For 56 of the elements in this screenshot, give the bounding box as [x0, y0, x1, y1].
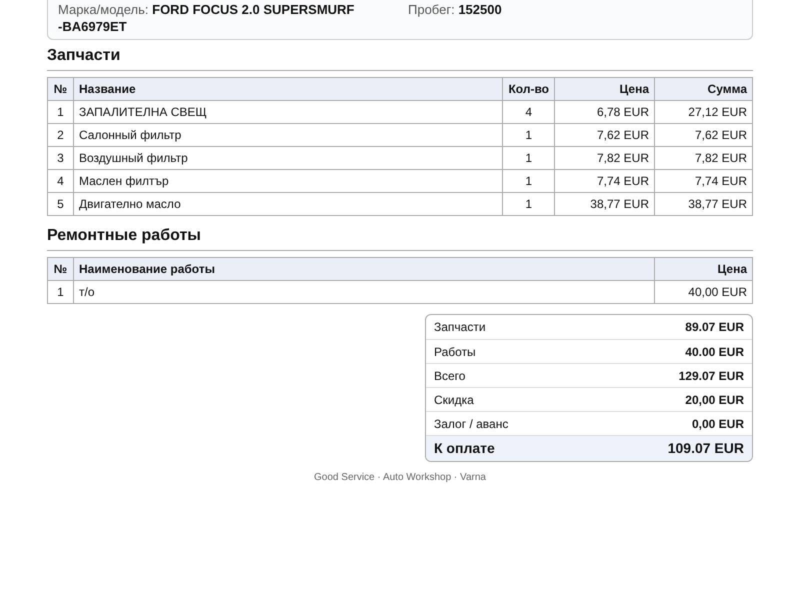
total-label: Всего — [434, 368, 466, 384]
table-cell: 5 — [48, 192, 74, 216]
column-header: Название — [74, 78, 503, 100]
table-cell: ЗАПАЛИТЕЛНА СВЕЩ — [74, 100, 503, 124]
table-cell: 7,82 EUR — [554, 146, 654, 170]
table-cell: 4 — [502, 100, 554, 124]
total-label: Залог / аванс — [434, 416, 508, 432]
total-label: Работы — [434, 344, 476, 360]
table-cell: 38,77 EUR — [654, 192, 752, 216]
field-value: 152500 — [458, 2, 502, 17]
table-cell: Воздушный фильтр — [74, 146, 503, 170]
table-cell: 40,00 EUR — [654, 280, 752, 304]
table-cell: 1 — [48, 100, 74, 124]
total-value: 20,00 EUR — [685, 392, 744, 408]
table-cell: 6,78 EUR — [554, 100, 654, 124]
column-header: Цена — [654, 258, 752, 280]
section-title: Ремонтные работы — [47, 224, 753, 251]
field-value: FORD FOCUS 2.0 SUPERSMURF — [152, 2, 354, 17]
total-value: 129.07 EUR — [678, 368, 744, 384]
table-cell: 4 — [48, 170, 74, 192]
column-header: Наименование работы — [74, 258, 654, 280]
field-value: -BA6979ET — [58, 18, 127, 35]
section-title: Запчасти — [47, 44, 753, 71]
column-header: № — [48, 78, 74, 100]
table-cell: 27,12 EUR — [654, 100, 752, 124]
table-cell: 1 — [48, 280, 74, 304]
table-cell: 7,62 EUR — [554, 124, 654, 146]
table-cell: 3 — [48, 146, 74, 170]
table-cell: 1 — [502, 192, 554, 216]
footer-text: Good Service · Auto Workshop · Varna — [314, 471, 486, 485]
total-value: 109.07 EUR — [668, 439, 744, 458]
total-value: 89.07 EUR — [685, 319, 744, 336]
total-value: 0,00 EUR — [692, 416, 744, 432]
total-label: Запчасти — [434, 319, 486, 336]
field-label: Марка/модель: — [58, 2, 148, 17]
column-header: Цена — [554, 78, 654, 100]
column-header: № — [48, 258, 74, 280]
table-cell: Салонный фильтр — [74, 124, 503, 146]
total-value: 40.00 EUR — [685, 344, 744, 360]
table-cell: 7,74 EUR — [654, 170, 752, 192]
table-cell: Маслен филтър — [74, 170, 503, 192]
table-cell: Двигателно масло — [74, 192, 503, 216]
total-label: К оплате — [434, 439, 495, 458]
field-label: Пробег: — [408, 2, 455, 17]
table-cell: 2 — [48, 124, 74, 146]
table-cell: т/о — [74, 280, 654, 304]
table-cell: 1 — [502, 170, 554, 192]
column-header: Кол-во — [502, 78, 554, 100]
table-cell: 1 — [502, 124, 554, 146]
total-label: Скидка — [434, 392, 474, 408]
table-cell: 7,74 EUR — [554, 170, 654, 192]
table-cell: 7,82 EUR — [654, 146, 752, 170]
table-cell: 1 — [502, 146, 554, 170]
table-cell: 7,62 EUR — [654, 124, 752, 146]
table-cell: 38,77 EUR — [554, 192, 654, 216]
column-header: Сумма — [654, 78, 752, 100]
